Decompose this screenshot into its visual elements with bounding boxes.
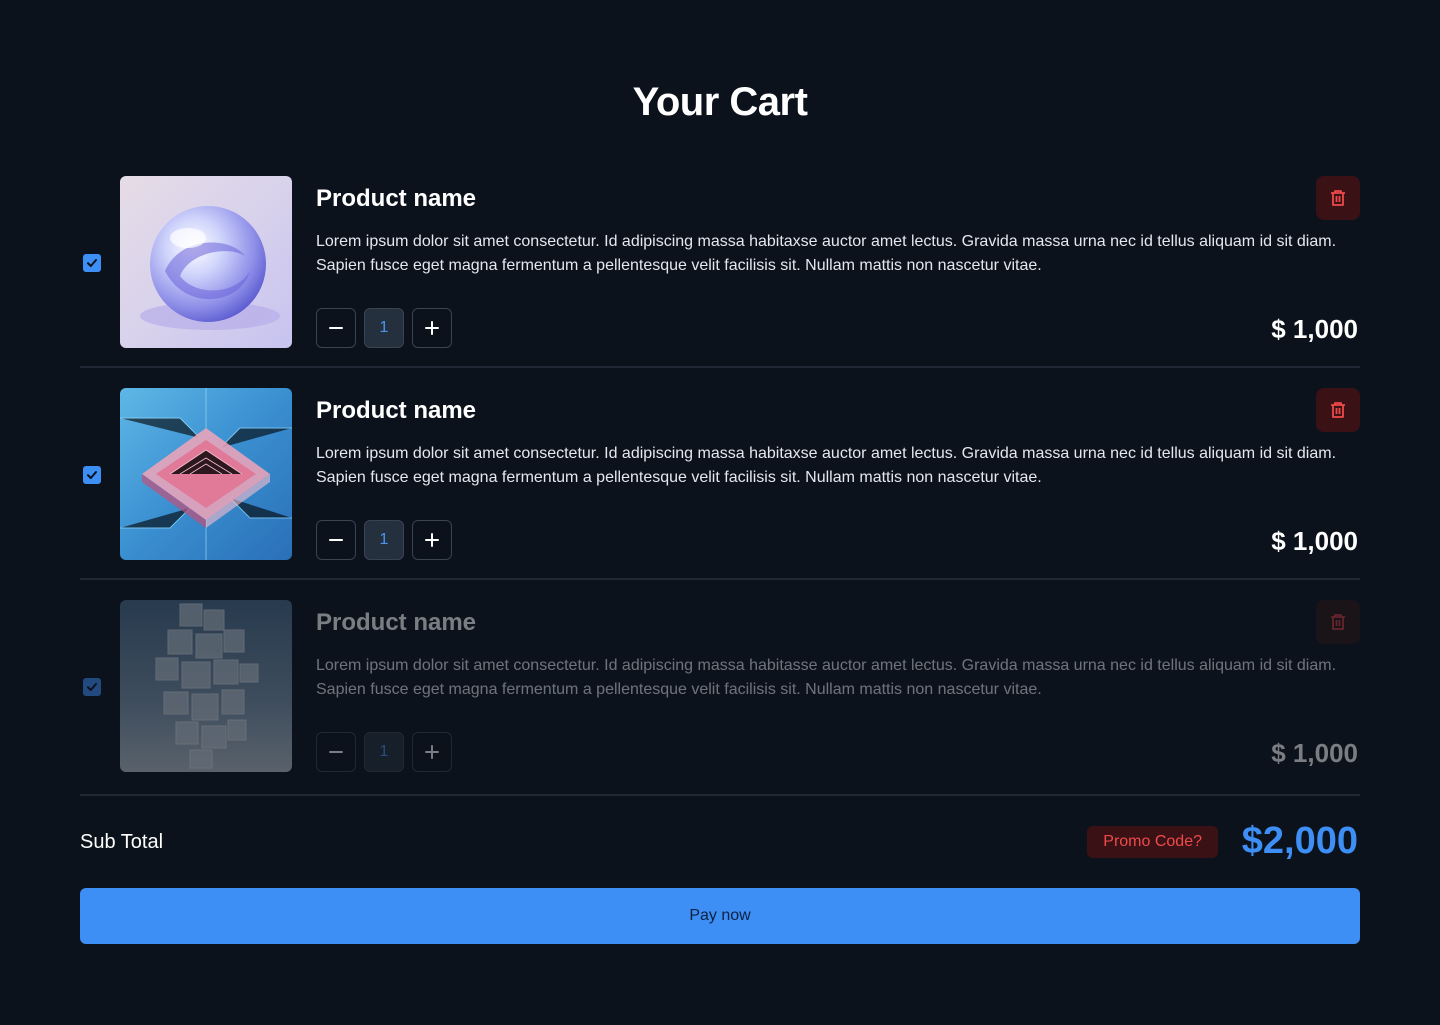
delete-button[interactable] xyxy=(1316,176,1360,220)
increase-button[interactable] xyxy=(412,520,452,560)
plus-icon xyxy=(425,533,439,547)
product-description: Lorem ipsum dolor sit amet consectetur. … xyxy=(316,657,1337,698)
minus-icon xyxy=(329,751,343,753)
increase-button[interactable] xyxy=(412,308,452,348)
trash-icon xyxy=(1331,614,1345,630)
total-amount: $2,000 xyxy=(1241,820,1358,862)
quantity-stepper: 1 xyxy=(316,732,452,772)
minus-icon xyxy=(329,539,343,541)
quantity-value[interactable]: 1 xyxy=(364,520,404,560)
page-title: Your Cart xyxy=(632,80,808,124)
product-name: Product name xyxy=(316,609,477,636)
decrease-button[interactable] xyxy=(316,308,356,348)
item-checkbox[interactable] xyxy=(83,254,101,272)
minus-icon xyxy=(329,327,343,329)
quantity-stepper: 1 xyxy=(316,308,452,348)
decrease-button[interactable] xyxy=(316,520,356,560)
cart-item: Product name Lorem ipsum dolor sit amet … xyxy=(80,156,1360,368)
trash-icon xyxy=(1331,190,1345,206)
pay-now-button[interactable]: Pay now xyxy=(80,888,1360,944)
quantity-value[interactable]: 1 xyxy=(364,732,404,772)
plus-icon xyxy=(425,321,439,335)
delete-button[interactable] xyxy=(1316,600,1360,644)
product-price: $ 1,000 xyxy=(1271,314,1358,344)
check-icon xyxy=(87,683,97,691)
product-description: Lorem ipsum dolor sit amet consectetur. … xyxy=(316,445,1337,486)
glass-sphere-image xyxy=(120,176,292,348)
promo-code-button[interactable]: Promo Code? xyxy=(1087,826,1218,858)
product-name: Product name xyxy=(316,185,477,212)
subtotal-label: Sub Total xyxy=(80,831,164,853)
product-name: Product name xyxy=(316,397,477,424)
check-icon xyxy=(87,471,97,479)
subtotal-row: Sub Total Promo Code? $2,000 xyxy=(80,820,1360,866)
decrease-button[interactable] xyxy=(316,732,356,772)
product-price: $ 1,000 xyxy=(1271,526,1358,556)
circuit-chip-image xyxy=(120,388,292,560)
product-price: $ 1,000 xyxy=(1271,738,1358,768)
glass-cubes-image xyxy=(120,600,292,772)
trash-icon xyxy=(1331,402,1345,418)
product-description: Lorem ipsum dolor sit amet consectetur. … xyxy=(316,233,1337,274)
check-icon xyxy=(87,259,97,267)
cart-item: Product name Lorem ipsum dolor sit amet … xyxy=(80,580,1360,796)
item-checkbox[interactable] xyxy=(83,678,101,696)
plus-icon xyxy=(425,745,439,759)
cart-list: Product name Lorem ipsum dolor sit amet … xyxy=(80,156,1360,796)
cart-item: Product name Lorem ipsum dolor sit amet … xyxy=(80,368,1360,580)
quantity-stepper: 1 xyxy=(316,520,452,560)
delete-button[interactable] xyxy=(1316,388,1360,432)
increase-button[interactable] xyxy=(412,732,452,772)
quantity-value[interactable]: 1 xyxy=(364,308,404,348)
item-checkbox[interactable] xyxy=(83,466,101,484)
